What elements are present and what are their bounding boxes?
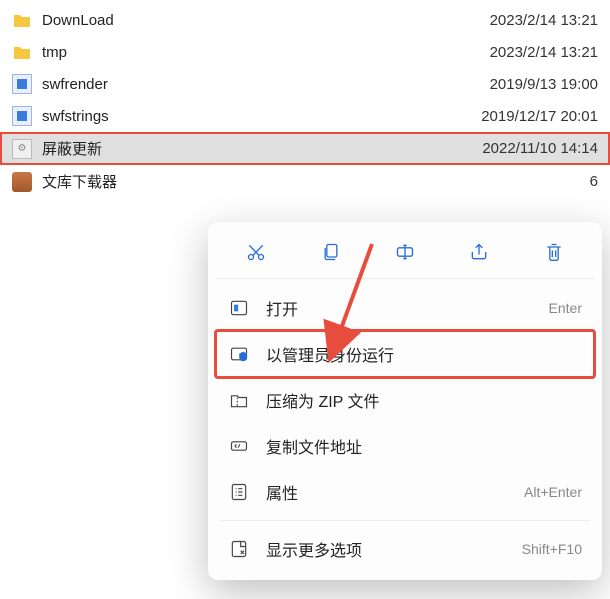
- menu-label: 复制文件地址: [266, 434, 582, 458]
- file-row-swfstrings[interactable]: swfstrings 2019/12/17 20:01: [0, 100, 610, 132]
- file-row-tmp[interactable]: tmp 2023/2/14 13:21: [0, 36, 610, 68]
- menu-item-run-as-admin[interactable]: 以管理员身份运行: [216, 331, 594, 377]
- menu-separator: [220, 520, 590, 521]
- more-options-icon: [228, 538, 250, 560]
- context-menu: 打开 Enter 以管理员身份运行 压缩为 ZIP 文件 复制文件地址 属性 A…: [208, 222, 602, 580]
- context-menu-toolbar: [216, 230, 594, 279]
- app-icon: [12, 172, 32, 192]
- menu-label: 显示更多选项: [266, 537, 506, 561]
- file-date: 2022/11/10 14:14: [482, 140, 598, 157]
- cut-button[interactable]: [236, 234, 276, 270]
- file-row-swfrender[interactable]: swfrender 2019/9/13 19:00: [0, 68, 610, 100]
- batch-icon: ⚙: [12, 139, 32, 159]
- file-date: 2023/2/14 13:21: [490, 44, 598, 61]
- folder-icon: [12, 42, 32, 62]
- file-date: 2019/9/13 19:00: [490, 76, 598, 93]
- admin-shield-icon: [228, 343, 250, 365]
- file-name: 文库下载器: [42, 171, 580, 192]
- menu-label: 属性: [266, 480, 508, 504]
- menu-item-copy-path[interactable]: 复制文件地址: [216, 423, 594, 469]
- menu-label: 打开: [266, 296, 533, 320]
- copy-button[interactable]: [311, 234, 351, 270]
- menu-item-compress-zip[interactable]: 压缩为 ZIP 文件: [216, 377, 594, 423]
- rename-button[interactable]: [385, 234, 425, 270]
- menu-item-show-more[interactable]: 显示更多选项 Shift+F10: [216, 526, 594, 572]
- menu-label: 压缩为 ZIP 文件: [266, 388, 582, 412]
- file-date: 2023/2/14 13:21: [490, 12, 598, 29]
- menu-item-open[interactable]: 打开 Enter: [216, 285, 594, 331]
- file-row-wenku-downloader[interactable]: 文库下载器 6: [0, 165, 610, 198]
- exe-icon: [12, 74, 32, 94]
- menu-shortcut: Shift+F10: [522, 541, 582, 557]
- file-row-download[interactable]: DownLoad 2023/2/14 13:21: [0, 4, 610, 36]
- share-button[interactable]: [459, 234, 499, 270]
- delete-button[interactable]: [534, 234, 574, 270]
- file-name: 屏蔽更新: [42, 138, 472, 159]
- file-name: DownLoad: [42, 12, 480, 29]
- menu-shortcut: Enter: [549, 300, 582, 316]
- file-list: DownLoad 2023/2/14 13:21 tmp 2023/2/14 1…: [0, 0, 610, 202]
- path-icon: [228, 435, 250, 457]
- file-name: tmp: [42, 44, 480, 61]
- folder-icon: [12, 10, 32, 30]
- menu-item-properties[interactable]: 属性 Alt+Enter: [216, 469, 594, 515]
- zip-icon: [228, 389, 250, 411]
- file-name: swfstrings: [42, 108, 471, 125]
- properties-icon: [228, 481, 250, 503]
- exe-icon: [12, 106, 32, 126]
- file-date: 6: [590, 173, 598, 190]
- open-icon: [228, 297, 250, 319]
- file-date: 2019/12/17 20:01: [481, 108, 598, 125]
- file-row-block-update[interactable]: ⚙ 屏蔽更新 2022/11/10 14:14: [0, 132, 610, 165]
- menu-shortcut: Alt+Enter: [524, 484, 582, 500]
- menu-label: 以管理员身份运行: [266, 342, 566, 366]
- file-name: swfrender: [42, 76, 480, 93]
